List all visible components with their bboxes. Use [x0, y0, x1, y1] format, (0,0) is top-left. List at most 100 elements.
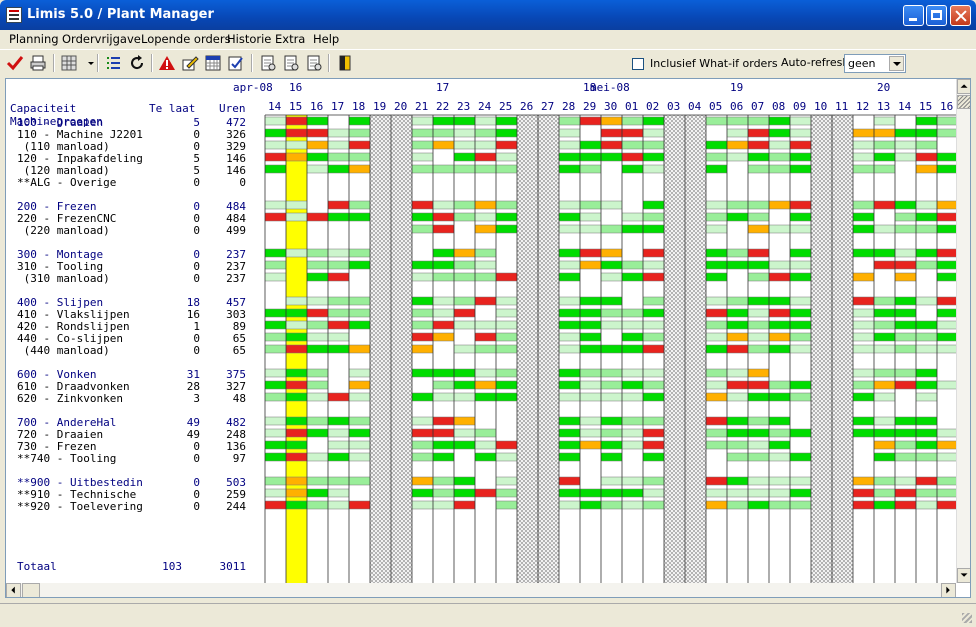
capacity-bar[interactable]: [328, 393, 349, 401]
capacity-bar[interactable]: [496, 477, 517, 485]
capacity-bar[interactable]: [412, 201, 433, 209]
capacity-bar[interactable]: [895, 333, 916, 341]
capacity-bar[interactable]: [874, 417, 895, 425]
capacity-bar[interactable]: [412, 273, 433, 281]
capacity-bar[interactable]: [496, 213, 517, 221]
capacity-bar[interactable]: [895, 453, 916, 461]
capacity-bar[interactable]: [937, 345, 956, 353]
capacity-bar[interactable]: [790, 249, 811, 257]
capacity-bar[interactable]: [727, 297, 748, 305]
capacity-bar[interactable]: [286, 309, 307, 317]
capacity-bar[interactable]: [496, 489, 517, 497]
capacity-bar[interactable]: [748, 249, 769, 257]
capacity-bar[interactable]: [349, 393, 370, 401]
capacity-bar[interactable]: [307, 381, 328, 389]
capacity-bar[interactable]: [601, 429, 622, 437]
capacity-bar[interactable]: [727, 441, 748, 449]
vertical-scrollbar[interactable]: [956, 79, 970, 583]
capacity-bar[interactable]: [916, 369, 937, 377]
capacity-bar[interactable]: [706, 321, 727, 329]
capacity-bar[interactable]: [790, 201, 811, 209]
capacity-bar[interactable]: [916, 201, 937, 209]
scroll-down-button[interactable]: [957, 568, 970, 583]
capacity-bar[interactable]: [454, 429, 475, 437]
capacity-bar[interactable]: [496, 153, 517, 161]
capacity-bar[interactable]: [286, 369, 307, 377]
capacity-bar[interactable]: [895, 273, 916, 281]
capacity-bar[interactable]: [328, 261, 349, 269]
capacity-bar[interactable]: [307, 261, 328, 269]
menu-ordervrijgave[interactable]: Ordervrijgave: [62, 32, 141, 46]
capacity-bar[interactable]: [559, 489, 580, 497]
capacity-bar[interactable]: [916, 153, 937, 161]
capacity-bar[interactable]: [286, 381, 307, 389]
capacity-bar[interactable]: [748, 225, 769, 233]
capacity-bar[interactable]: [580, 429, 601, 437]
capacity-bar[interactable]: [727, 429, 748, 437]
capacity-bar[interactable]: [874, 381, 895, 389]
capacity-bar[interactable]: [454, 417, 475, 425]
grid-icon[interactable]: [60, 54, 78, 72]
capacity-bar[interactable]: [706, 225, 727, 233]
capacity-bar[interactable]: [853, 429, 874, 437]
capacity-bar[interactable]: [601, 477, 622, 485]
capacity-bar[interactable]: [601, 249, 622, 257]
capacity-bar[interactable]: [937, 333, 956, 341]
capacity-bar[interactable]: [433, 225, 454, 233]
capacity-bar[interactable]: [433, 453, 454, 461]
capacity-bar[interactable]: [937, 381, 956, 389]
capacity-bar[interactable]: [769, 393, 790, 401]
capacity-bar[interactable]: [433, 261, 454, 269]
capacity-bar[interactable]: [265, 201, 286, 209]
capacity-bar[interactable]: [874, 441, 895, 449]
capacity-bar[interactable]: [643, 309, 664, 317]
capacity-bar[interactable]: [328, 213, 349, 221]
capacity-bar[interactable]: [790, 225, 811, 233]
capacity-bar[interactable]: [706, 381, 727, 389]
capacity-bar[interactable]: [328, 249, 349, 257]
capacity-bar[interactable]: [874, 141, 895, 149]
capacity-bar[interactable]: [475, 129, 496, 137]
capacity-bar[interactable]: [601, 489, 622, 497]
capacity-bar[interactable]: [643, 453, 664, 461]
capacity-bar[interactable]: [622, 321, 643, 329]
capacity-bar[interactable]: [874, 477, 895, 485]
capacity-bar[interactable]: [748, 489, 769, 497]
capacity-bar[interactable]: [853, 381, 874, 389]
capacity-bar[interactable]: [433, 249, 454, 257]
capacity-bar[interactable]: [265, 117, 286, 125]
capacity-bar[interactable]: [433, 309, 454, 317]
capacity-bar[interactable]: [790, 141, 811, 149]
capacity-bar[interactable]: [748, 345, 769, 353]
capacity-bar[interactable]: [874, 369, 895, 377]
capacity-bar[interactable]: [349, 429, 370, 437]
capacity-bar[interactable]: [790, 453, 811, 461]
capacity-bar[interactable]: [643, 345, 664, 353]
capacity-bar[interactable]: [265, 213, 286, 221]
capacity-bar[interactable]: [706, 417, 727, 425]
capacity-bar[interactable]: [475, 345, 496, 353]
capacity-bar[interactable]: [916, 501, 937, 509]
capacity-bar[interactable]: [349, 381, 370, 389]
capacity-bar[interactable]: [475, 153, 496, 161]
capacity-bar[interactable]: [328, 153, 349, 161]
capacity-bar[interactable]: [748, 453, 769, 461]
capacity-bar[interactable]: [790, 429, 811, 437]
menu-historie[interactable]: Historie: [227, 32, 271, 46]
capacity-bar[interactable]: [874, 297, 895, 305]
capacity-bar[interactable]: [916, 213, 937, 221]
capacity-bar[interactable]: [790, 345, 811, 353]
capacity-bar[interactable]: [286, 201, 307, 209]
capacity-bar[interactable]: [475, 321, 496, 329]
capacity-bar[interactable]: [265, 141, 286, 149]
capacity-bar[interactable]: [895, 129, 916, 137]
capacity-bar[interactable]: [853, 309, 874, 317]
capacity-bar[interactable]: [937, 273, 956, 281]
capacity-bar[interactable]: [748, 441, 769, 449]
capacity-bar[interactable]: [454, 213, 475, 221]
capacity-bar[interactable]: [454, 369, 475, 377]
capacity-bar[interactable]: [286, 393, 307, 401]
capacity-bar[interactable]: [580, 321, 601, 329]
capacity-bar[interactable]: [412, 393, 433, 401]
capacity-bar[interactable]: [475, 249, 496, 257]
